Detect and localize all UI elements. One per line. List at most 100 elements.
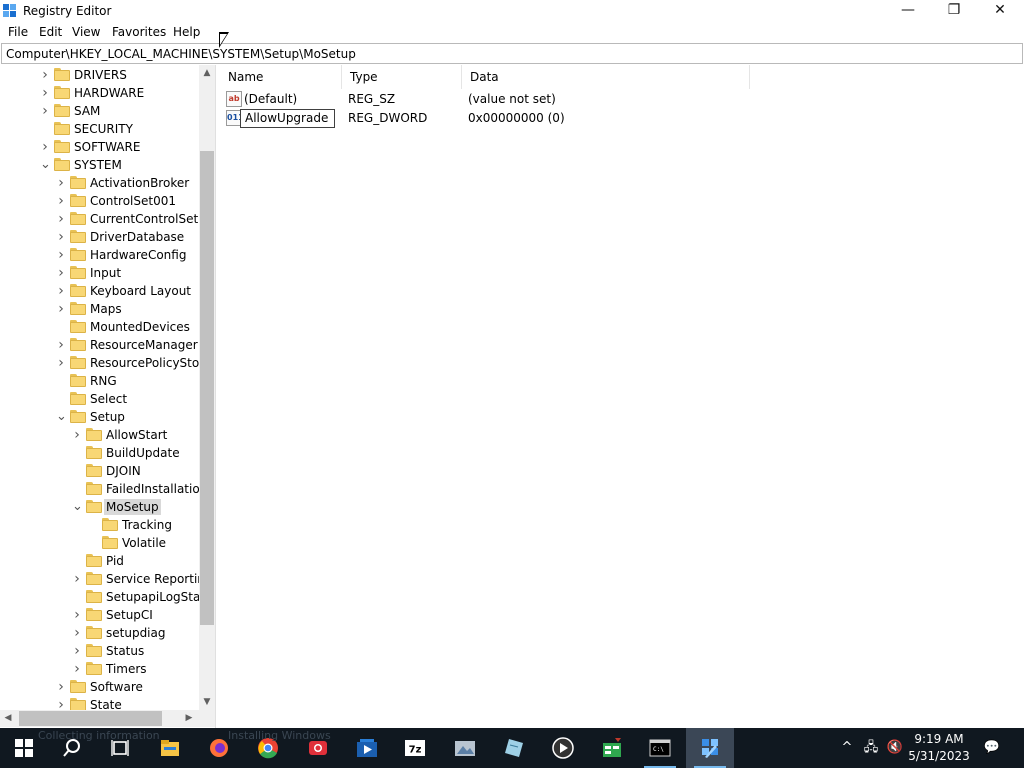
- tree-node[interactable]: › Timers: [0, 660, 199, 678]
- chevron-right-icon[interactable]: ›: [40, 84, 50, 102]
- tree-node[interactable]: Pid: [0, 552, 199, 570]
- chevron-right-icon[interactable]: ›: [56, 282, 66, 300]
- value-row[interactable]: 011 AllowUpgrade REG_DWORD 0x00000000 (0): [220, 109, 750, 128]
- tree-node[interactable]: Select: [0, 390, 199, 408]
- tree-node[interactable]: › DRIVERS: [0, 66, 199, 84]
- address-bar[interactable]: Computer\HKEY_LOCAL_MACHINE\SYSTEM\Setup…: [1, 43, 1023, 64]
- menu-favorites[interactable]: Favorites: [110, 25, 168, 39]
- chevron-right-icon[interactable]: ›: [40, 66, 50, 84]
- tree-node[interactable]: › Input: [0, 264, 199, 282]
- chevron-right-icon[interactable]: ›: [56, 174, 66, 192]
- taskbar-button-spreadsheet[interactable]: [588, 728, 636, 768]
- show-hidden-icons-chevron-icon[interactable]: ^: [838, 728, 856, 768]
- chevron-down-icon[interactable]: ⌄: [40, 156, 51, 174]
- tree-node[interactable]: SECURITY: [0, 120, 199, 138]
- value-row[interactable]: ab (Default) REG_SZ (value not set): [220, 90, 750, 109]
- chevron-right-icon[interactable]: ›: [56, 228, 66, 246]
- tree-node[interactable]: MountedDevices: [0, 318, 199, 336]
- tree-node[interactable]: › Software: [0, 678, 199, 696]
- tree-node[interactable]: › SOFTWARE: [0, 138, 199, 156]
- menu-edit[interactable]: Edit: [37, 25, 64, 39]
- chevron-right-icon[interactable]: ›: [72, 624, 82, 642]
- tree-node[interactable]: › SetupCI: [0, 606, 199, 624]
- tree-node[interactable]: › Keyboard Layout: [0, 282, 199, 300]
- tree-node[interactable]: ⌄ MoSetup: [0, 498, 199, 516]
- tree-node[interactable]: › setupdiag: [0, 624, 199, 642]
- tree-node[interactable]: › CurrentControlSet: [0, 210, 199, 228]
- restore-button[interactable]: ❐: [931, 0, 977, 22]
- chevron-right-icon[interactable]: ›: [56, 336, 66, 354]
- chevron-right-icon[interactable]: ›: [40, 138, 50, 156]
- chevron-right-icon[interactable]: ›: [72, 606, 82, 624]
- chevron-down-icon[interactable]: ⌄: [72, 498, 83, 516]
- tree-node[interactable]: › DriverDatabase: [0, 228, 199, 246]
- taskbar-button-audio-player[interactable]: [539, 728, 587, 768]
- horizontal-scroll-thumb[interactable]: [19, 711, 162, 726]
- tree-node[interactable]: RNG: [0, 372, 199, 390]
- chevron-right-icon[interactable]: ›: [56, 678, 66, 696]
- tree-node[interactable]: BuildUpdate: [0, 444, 199, 462]
- chevron-right-icon[interactable]: ›: [72, 426, 82, 444]
- close-button[interactable]: ✕: [977, 0, 1023, 22]
- column-header-type[interactable]: Type: [342, 65, 462, 89]
- tree-node[interactable]: › AllowStart: [0, 426, 199, 444]
- tree-node[interactable]: › State: [0, 696, 199, 710]
- scroll-right-arrow-icon[interactable]: ▶: [181, 710, 197, 727]
- taskbar-button-registry-editor[interactable]: [686, 728, 734, 768]
- tree-node[interactable]: › Service Reporting: [0, 570, 199, 588]
- tree-node[interactable]: ⌄ Setup: [0, 408, 199, 426]
- tree-node[interactable]: › ResourceManager: [0, 336, 199, 354]
- taskbar-button-7zip[interactable]: 7z: [391, 728, 439, 768]
- minimize-button[interactable]: —: [885, 0, 931, 22]
- chevron-right-icon[interactable]: ›: [40, 102, 50, 120]
- tree-node[interactable]: Tracking: [0, 516, 199, 534]
- chevron-right-icon[interactable]: ›: [72, 570, 82, 588]
- chevron-right-icon[interactable]: ›: [72, 660, 82, 678]
- tree-node[interactable]: FailedInstallations: [0, 480, 199, 498]
- chevron-right-icon[interactable]: ›: [56, 192, 66, 210]
- column-header-data[interactable]: Data: [462, 65, 750, 89]
- menu-file[interactable]: File: [6, 25, 30, 39]
- tree-node[interactable]: DJOIN: [0, 462, 199, 480]
- tree-node[interactable]: › Status: [0, 642, 199, 660]
- tree-node[interactable]: › HARDWARE: [0, 84, 199, 102]
- rename-value-input[interactable]: AllowUpgrade: [240, 109, 335, 128]
- tree-node[interactable]: › Maps: [0, 300, 199, 318]
- chevron-right-icon[interactable]: ›: [56, 696, 66, 710]
- vertical-scroll-thumb[interactable]: [200, 151, 214, 625]
- taskbar-button-terminal[interactable]: C:\: [636, 728, 684, 768]
- taskbar-button-image-viewer[interactable]: [441, 728, 489, 768]
- tree-node[interactable]: › HardwareConfig: [0, 246, 199, 264]
- tree-node[interactable]: › SAM: [0, 102, 199, 120]
- chevron-down-icon[interactable]: ⌄: [56, 408, 67, 426]
- chevron-right-icon[interactable]: ›: [56, 264, 66, 282]
- tree-vertical-scrollbar[interactable]: ▲ ▼: [199, 65, 215, 710]
- volume-muted-icon[interactable]: 🔇: [884, 728, 906, 768]
- scroll-left-arrow-icon[interactable]: ◀: [0, 710, 16, 727]
- title-bar[interactable]: Registry Editor — ❐ ✕: [0, 0, 1024, 23]
- scroll-down-arrow-icon[interactable]: ▼: [199, 694, 215, 710]
- taskbar-button-notes[interactable]: [490, 728, 538, 768]
- tree-node[interactable]: › ResourcePolicyStore: [0, 354, 199, 372]
- tree-node-label: ActivationBroker: [90, 176, 190, 190]
- chevron-right-icon[interactable]: ›: [56, 246, 66, 264]
- taskbar-button-media-player[interactable]: [343, 728, 391, 768]
- scroll-up-arrow-icon[interactable]: ▲: [199, 65, 215, 81]
- chevron-right-icon[interactable]: ›: [72, 642, 82, 660]
- chevron-right-icon[interactable]: ›: [56, 210, 66, 228]
- tree-node[interactable]: › ControlSet001: [0, 192, 199, 210]
- tree-node[interactable]: ⌄ SYSTEM: [0, 156, 199, 174]
- tree-node[interactable]: › ActivationBroker: [0, 174, 199, 192]
- column-header-name[interactable]: Name: [220, 65, 342, 89]
- notification-center-icon[interactable]: 💬: [978, 728, 1006, 768]
- tree-node[interactable]: Volatile: [0, 534, 199, 552]
- taskbar-clock[interactable]: 9:19 AM 5/31/2023: [906, 731, 972, 765]
- tree-node[interactable]: SetupapiLogStatus: [0, 588, 199, 606]
- menu-view[interactable]: View: [70, 25, 102, 39]
- svg-text:7z: 7z: [409, 745, 422, 756]
- tree-horizontal-scrollbar[interactable]: ◀ ▶: [0, 710, 215, 727]
- menu-help[interactable]: Help: [171, 25, 202, 39]
- network-icon[interactable]: 🖧: [860, 728, 882, 768]
- chevron-right-icon[interactable]: ›: [56, 354, 66, 372]
- chevron-right-icon[interactable]: ›: [56, 300, 66, 318]
